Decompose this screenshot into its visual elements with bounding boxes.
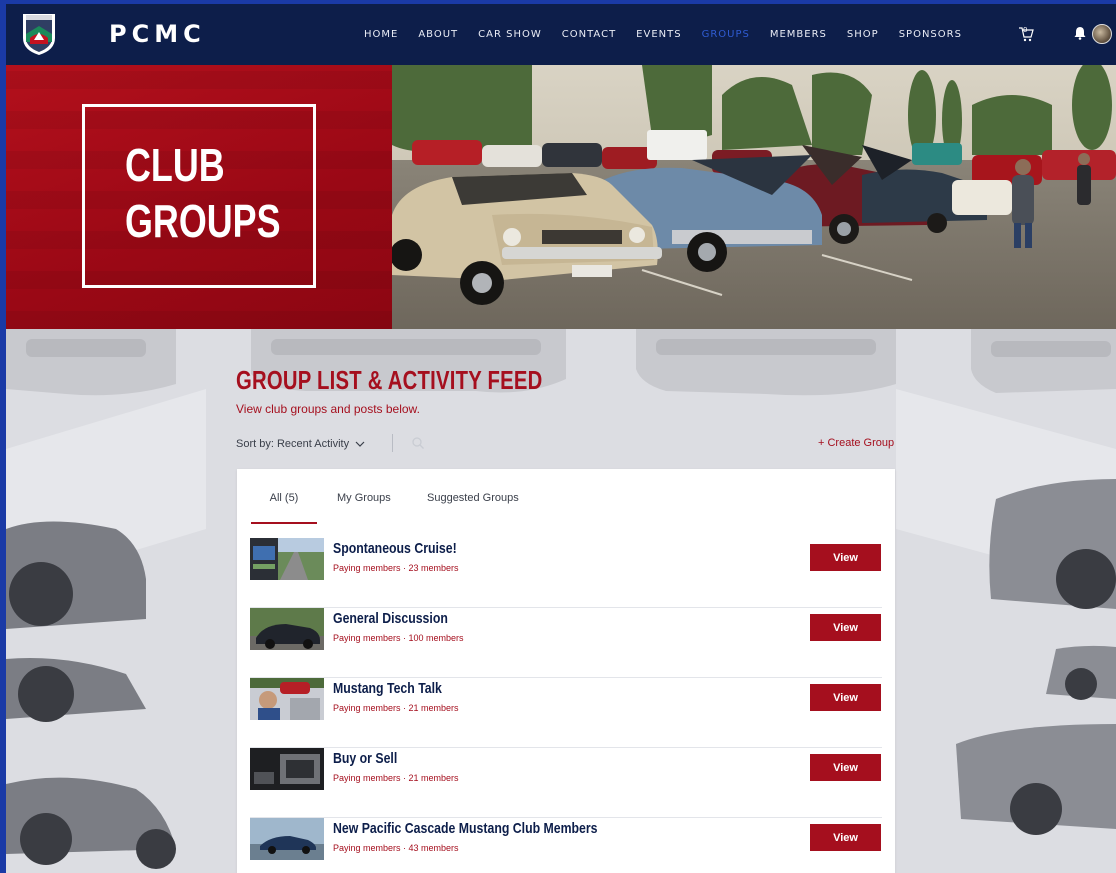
view-group-button[interactable]: View <box>810 824 881 851</box>
group-thumbnail <box>250 538 324 580</box>
nav-groups[interactable]: GROUPS <box>702 29 750 40</box>
toolbar-divider <box>392 434 393 452</box>
club-logo[interactable] <box>20 12 58 56</box>
nav-home[interactable]: HOME <box>364 29 398 40</box>
nav-contact[interactable]: CONTACT <box>562 29 616 40</box>
group-row[interactable]: New Pacific Cascade Mustang Club Members… <box>250 818 882 873</box>
group-name[interactable]: Buy or Sell <box>333 750 397 767</box>
group-name[interactable]: Mustang Tech Talk <box>333 680 442 697</box>
nav-sponsors[interactable]: SPONSORS <box>899 29 962 40</box>
nav-car-show[interactable]: CAR SHOW <box>478 29 542 40</box>
car-show-photo <box>392 65 1116 329</box>
group-name[interactable]: New Pacific Cascade Mustang Club Members <box>333 820 598 837</box>
tab-suggested-groups[interactable]: Suggested Groups <box>409 492 549 524</box>
group-row[interactable]: General Discussion Paying members · 100 … <box>250 608 882 678</box>
group-meta: Paying members · 21 members <box>333 773 459 783</box>
view-group-button[interactable]: View <box>810 684 881 711</box>
site-header: PCMC HOME ABOUT CAR SHOW CONTACT EVENTS … <box>6 4 1116 65</box>
group-meta: Paying members · 43 members <box>333 843 459 853</box>
hero-red-panel: CLUB GROUPS <box>6 65 392 329</box>
group-list-card: All (5) My Groups Suggested Groups Spont… <box>237 469 895 873</box>
group-row[interactable]: Buy or Sell Paying members · 21 members … <box>250 748 882 818</box>
cart-count: 0 <box>1023 26 1028 34</box>
feed-subtitle: View club groups and posts below. <box>236 402 420 416</box>
create-group-link[interactable]: + Create Group <box>818 437 894 449</box>
nav-members[interactable]: MEMBERS <box>770 29 827 40</box>
sort-label: Sort by: Recent Activity <box>236 438 350 450</box>
group-name[interactable]: Spontaneous Cruise! <box>333 540 457 557</box>
view-group-button[interactable]: View <box>810 544 881 571</box>
tab-my-groups[interactable]: My Groups <box>317 492 409 524</box>
group-meta: Paying members · 100 members <box>333 633 464 643</box>
sort-dropdown[interactable]: Sort by: Recent Activity <box>236 438 365 450</box>
view-group-button[interactable]: View <box>810 614 881 641</box>
hero-title-frame: CLUB GROUPS <box>82 104 316 288</box>
search-icon[interactable] <box>411 436 425 450</box>
group-row[interactable]: Spontaneous Cruise! Paying members · 23 … <box>250 538 882 608</box>
group-meta: Paying members · 23 members <box>333 563 459 573</box>
user-avatar[interactable] <box>1092 24 1112 44</box>
group-tabs: All (5) My Groups Suggested Groups <box>251 492 549 524</box>
group-row[interactable]: Mustang Tech Talk Paying members · 21 me… <box>250 678 882 748</box>
group-thumbnail <box>250 748 324 790</box>
view-group-button[interactable]: View <box>810 754 881 781</box>
nav-about[interactable]: ABOUT <box>418 29 458 40</box>
tab-all[interactable]: All (5) <box>251 492 317 524</box>
hero-title: CLUB GROUPS <box>125 139 281 247</box>
group-thumbnail <box>250 678 324 720</box>
group-thumbnail <box>250 608 324 650</box>
group-meta: Paying members · 21 members <box>333 703 459 713</box>
group-name[interactable]: General Discussion <box>333 610 448 627</box>
nav-shop[interactable]: SHOP <box>847 29 879 40</box>
nav-events[interactable]: EVENTS <box>636 29 681 40</box>
main-nav: HOME ABOUT CAR SHOW CONTACT EVENTS GROUP… <box>364 4 982 65</box>
chevron-down-icon <box>355 441 365 447</box>
page: PCMC HOME ABOUT CAR SHOW CONTACT EVENTS … <box>6 4 1116 873</box>
brand-name[interactable]: PCMC <box>109 20 206 48</box>
feed-title: GROUP LIST & ACTIVITY FEED <box>236 365 543 395</box>
hero-banner: CLUB GROUPS <box>6 65 1116 329</box>
group-thumbnail <box>250 818 324 860</box>
notification-bell-icon[interactable] <box>1074 26 1086 40</box>
